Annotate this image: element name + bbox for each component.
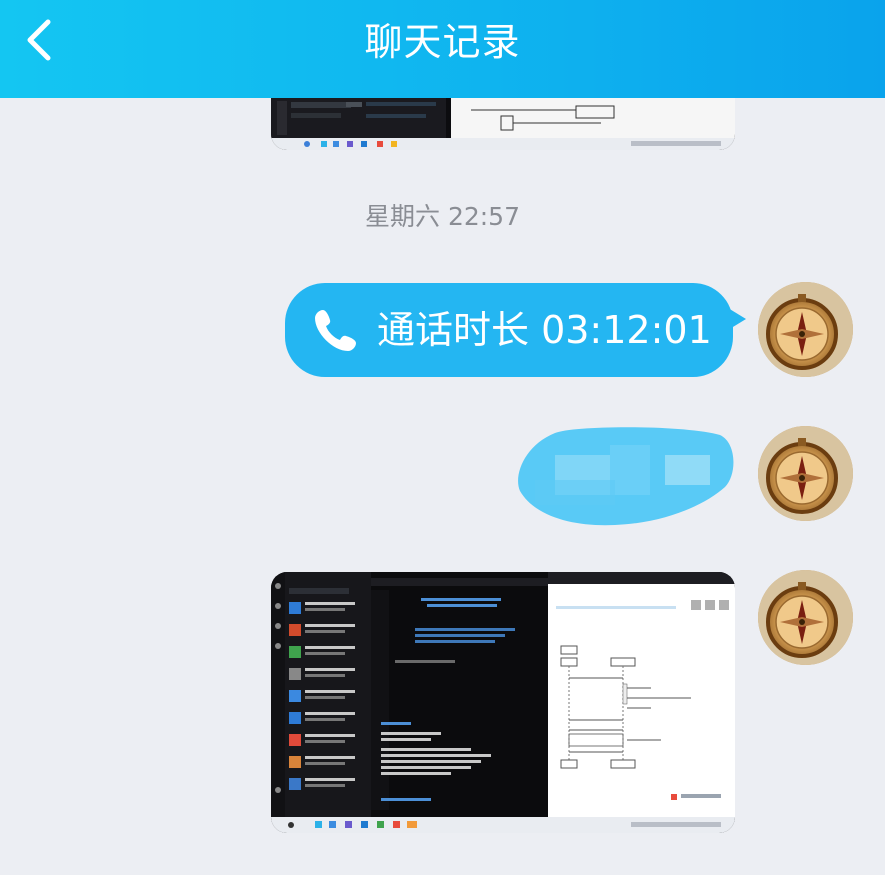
call-duration-bubble[interactable]: 通话时长 03:12:01 [285, 283, 733, 377]
compass-avatar [758, 426, 853, 521]
bubble-tail [728, 308, 746, 330]
preview-heading: UML [558, 621, 588, 635]
page-title: 聊天记录 [364, 20, 521, 64]
compass-avatar [758, 282, 853, 377]
user-avatar[interactable] [758, 426, 853, 521]
app-header: 聊天记录 [0, 0, 885, 98]
image-message-previous[interactable] [271, 98, 735, 150]
preview-section-title: 设计规范与异常处理 [558, 791, 657, 805]
user-avatar[interactable] [758, 570, 853, 665]
compass-avatar [758, 570, 853, 665]
message-timestamp: 星期六 22:57 [365, 202, 520, 231]
blurred-message-bubble[interactable] [515, 425, 755, 529]
user-avatar[interactable] [758, 282, 853, 377]
image-message-screenshot[interactable]: UML 设计规范与异常处理 [271, 572, 735, 833]
call-duration-label: 通话时长 03:12:01 [377, 308, 712, 352]
phone-icon [315, 310, 356, 351]
